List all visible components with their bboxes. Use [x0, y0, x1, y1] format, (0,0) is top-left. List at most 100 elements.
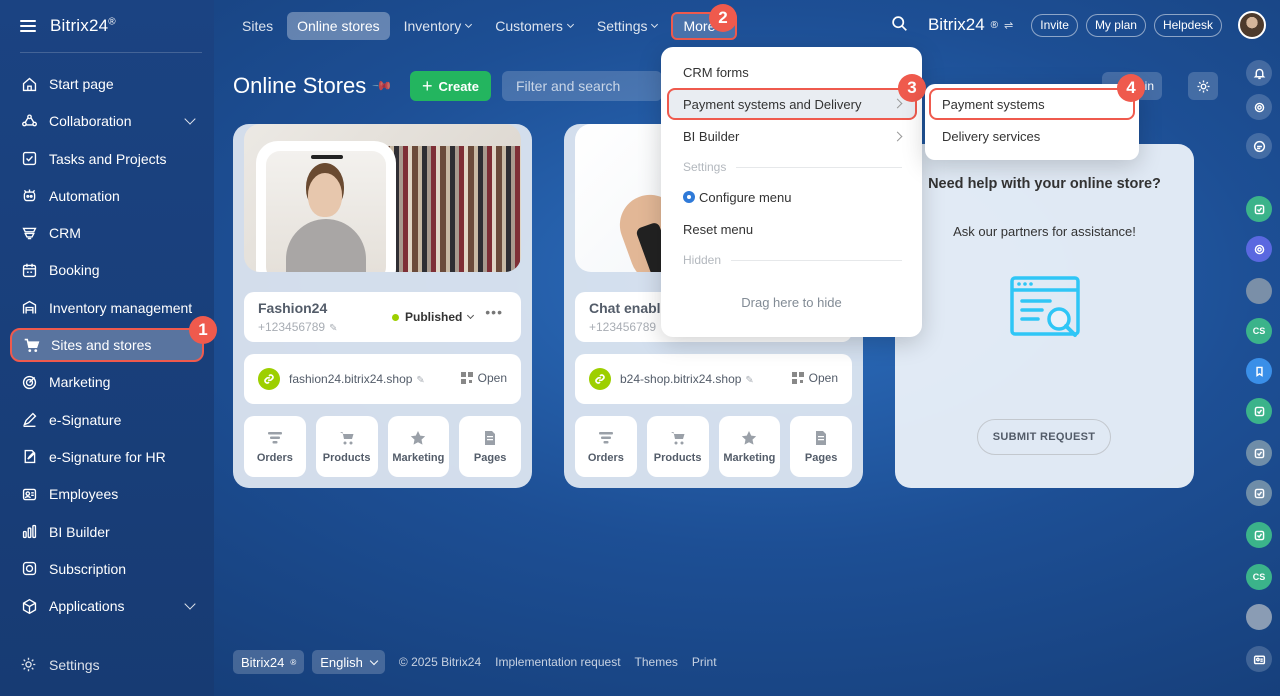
tab-settings[interactable]: Settings — [587, 12, 668, 40]
tab-sites[interactable]: Sites — [232, 12, 283, 40]
sidebar-item-collaboration[interactable]: Collaboration — [10, 104, 204, 138]
user-avatar-icon[interactable] — [1246, 278, 1272, 304]
tile-pages[interactable]: Pages — [790, 416, 852, 477]
home-icon — [20, 75, 38, 93]
invite-button[interactable]: Invite — [1031, 13, 1078, 37]
automation-icon — [20, 187, 38, 205]
chevron-down-icon — [467, 311, 475, 320]
status-dropdown[interactable]: Published — [392, 310, 475, 324]
sidebar-brand: Bitrix24® — [20, 14, 116, 38]
task-chat-icon[interactable] — [1246, 398, 1272, 424]
pin-icon[interactable]: 📌 — [371, 75, 394, 98]
language-selector[interactable]: English — [312, 650, 385, 674]
store-name[interactable]: Chat enable — [589, 300, 668, 316]
sidebar-settings[interactable]: Settings — [20, 656, 100, 673]
marketing-icon — [20, 373, 38, 391]
sidebar-item-crm[interactable]: CRM — [10, 216, 204, 250]
sidebar-item-applications[interactable]: Applications — [10, 589, 204, 623]
tile-marketing[interactable]: Marketing — [718, 416, 781, 477]
menu-item-reset-menu[interactable]: Reset menu — [683, 222, 753, 237]
print-link[interactable]: Print — [692, 655, 717, 669]
footer-brand-button[interactable]: Bitrix24 ® — [233, 650, 305, 674]
copilot-icon[interactable] — [1246, 94, 1272, 120]
sidebar-item-automation[interactable]: Automation — [10, 179, 204, 213]
sidebar-item-label: Applications — [49, 598, 125, 615]
header-brand[interactable]: Bitrix24 ® ⇌ — [928, 15, 1013, 35]
orders-icon — [267, 431, 282, 443]
bell-icon[interactable] — [1246, 60, 1272, 86]
store-name[interactable]: Fashion24 — [258, 300, 327, 316]
tab-online-stores[interactable]: Online stores — [287, 12, 390, 40]
sidebar-item-employees[interactable]: Employees — [10, 477, 204, 511]
implementation-request-link[interactable]: Implementation request — [495, 655, 620, 669]
store-domain[interactable]: fashion24.bitrix24.shop ✎ — [289, 372, 425, 386]
chevron-right-icon — [892, 131, 903, 142]
tab-inventory[interactable]: Inventory — [394, 12, 482, 40]
drag-to-hide-area[interactable]: Drag here to hide — [661, 295, 922, 310]
brand-logo[interactable]: Bitrix24® — [50, 16, 116, 36]
tile-products[interactable]: Products — [315, 416, 378, 477]
contact-cs-icon[interactable]: CS — [1246, 564, 1272, 590]
tile-orders[interactable]: Orders — [575, 416, 637, 477]
tile-products[interactable]: Products — [646, 416, 709, 477]
task-chat-icon[interactable] — [1246, 440, 1272, 466]
crm-icon — [20, 224, 38, 242]
task-chat-icon[interactable] — [1246, 480, 1272, 506]
pencil-icon[interactable]: ✎ — [329, 323, 337, 334]
sidebar-item-e-signature-hr[interactable]: e-Signature for HR — [10, 440, 204, 474]
open-store-button[interactable]: Open — [791, 371, 838, 385]
help-title: Need help with your online store? — [928, 176, 1161, 192]
menu-item-configure-menu[interactable]: Configure menu — [683, 190, 792, 205]
chevron-down-icon[interactable] — [184, 113, 196, 125]
themes-link[interactable]: Themes — [635, 655, 678, 669]
tile-pages[interactable]: Pages — [459, 416, 521, 477]
sidebar-item-tasks[interactable]: Tasks and Projects — [10, 142, 204, 176]
create-button[interactable]: + Create — [410, 71, 491, 101]
sidebar-item-label: Collaboration — [49, 113, 132, 130]
task-chat-icon[interactable] — [1246, 196, 1272, 222]
sidebar-nav: Start page Collaboration Tasks and Proje… — [10, 67, 204, 626]
chat-icon[interactable] — [1246, 133, 1272, 159]
store-domain[interactable]: b24-shop.bitrix24.shop ✎ — [620, 372, 754, 386]
copilot-chat-icon[interactable] — [1246, 236, 1272, 262]
submenu-item-delivery-services[interactable]: Delivery services — [942, 129, 1040, 144]
search-icon[interactable] — [891, 15, 908, 35]
chevron-down-icon[interactable] — [184, 598, 196, 610]
tile-marketing[interactable]: Marketing — [387, 416, 450, 477]
open-store-button[interactable]: Open — [460, 371, 507, 385]
contact-cs-icon[interactable]: CS — [1246, 318, 1272, 344]
menu-item-bi-builder[interactable]: BI Builder — [683, 129, 903, 144]
tab-customers[interactable]: Customers — [485, 12, 583, 40]
sidebar-item-sites-and-stores[interactable]: Sites and stores — [10, 328, 204, 363]
avatar[interactable] — [1238, 11, 1266, 39]
submenu-item-payment-systems[interactable]: Payment systems — [929, 88, 1135, 120]
my-plan-button[interactable]: My plan — [1085, 13, 1146, 37]
sidebar-item-label: Booking — [49, 262, 100, 279]
sidebar-item-start-page[interactable]: Start page — [10, 67, 204, 101]
orders-icon — [598, 431, 613, 443]
bookmark-icon[interactable] — [1246, 358, 1272, 384]
sidebar-item-booking[interactable]: Booking — [10, 253, 204, 287]
tile-orders[interactable]: Orders — [244, 416, 306, 477]
contact-card-icon[interactable] — [1246, 646, 1272, 672]
submit-request-button[interactable]: SUBMIT REQUEST — [977, 419, 1111, 455]
menu-item-payment-delivery[interactable]: Payment systems and Delivery — [667, 88, 917, 120]
task-chat-icon[interactable] — [1246, 522, 1272, 548]
store-preview-image[interactable] — [244, 124, 521, 272]
user-avatar-icon[interactable] — [1246, 604, 1272, 630]
helpdesk-button[interactable]: Helpdesk — [1153, 13, 1222, 37]
filter-search-input[interactable] — [502, 71, 662, 101]
menu-item-crm-forms[interactable]: CRM forms — [683, 65, 749, 80]
sidebar-item-marketing[interactable]: Marketing — [10, 365, 204, 399]
sidebar-item-inventory[interactable]: Inventory management — [10, 291, 204, 325]
more-actions-icon[interactable]: ••• — [485, 304, 503, 320]
sidebar-item-bi-builder[interactable]: BI Builder — [10, 515, 204, 549]
sidebar-item-subscription[interactable]: Subscription — [10, 552, 204, 586]
store-link-row: fashion24.bitrix24.shop ✎ Open — [244, 354, 521, 404]
hamburger-menu-icon[interactable] — [20, 20, 36, 32]
chevron-right-icon — [892, 98, 903, 109]
page-settings-button[interactable] — [1188, 72, 1218, 100]
sidebar-item-e-signature[interactable]: e-Signature — [10, 403, 204, 437]
pencil-icon[interactable]: ✎ — [416, 375, 424, 386]
pencil-icon[interactable]: ✎ — [745, 375, 753, 386]
